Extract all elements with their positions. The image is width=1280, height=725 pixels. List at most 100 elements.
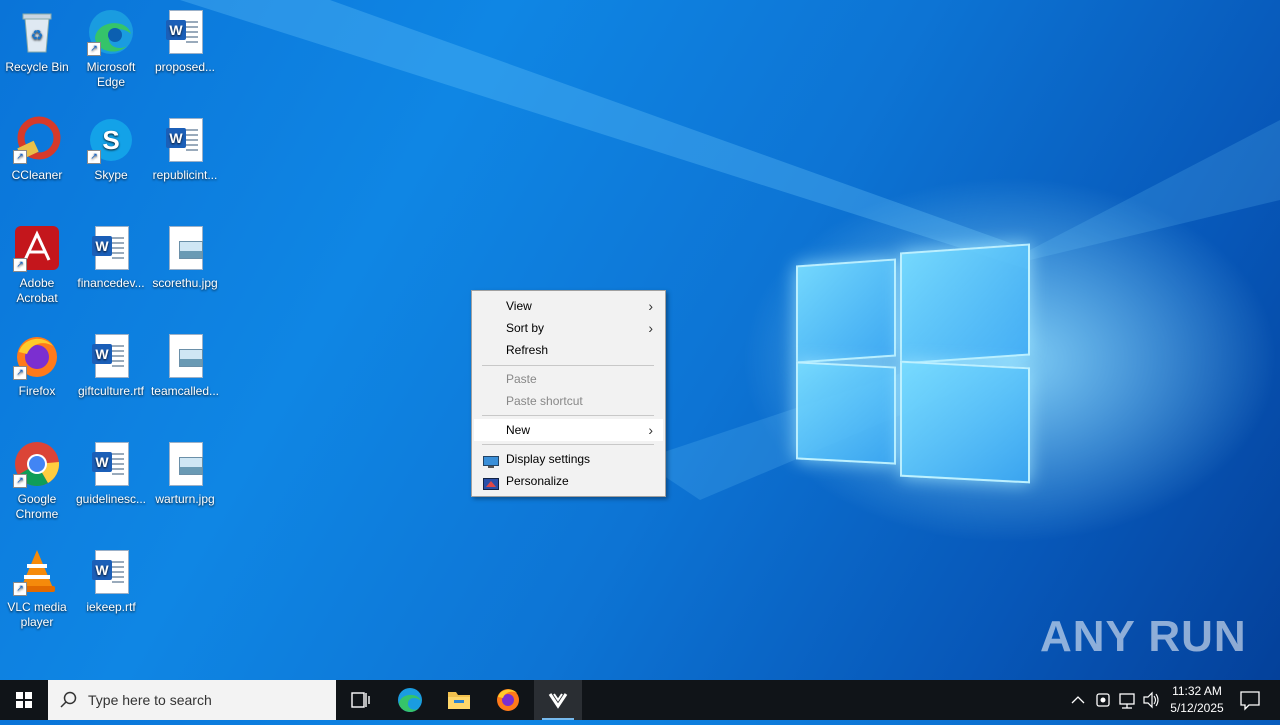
menu-item-paste[interactable]: Paste bbox=[474, 368, 663, 390]
desktop-icon-label: Skype bbox=[94, 168, 128, 182]
desktop-icon-proposed[interactable]: W proposed... bbox=[148, 8, 222, 75]
menu-separator bbox=[482, 444, 654, 445]
word-document-icon: W bbox=[161, 116, 209, 164]
desktop-icon-label: Adobe Acrobat bbox=[16, 276, 58, 305]
menu-item-label: Sort by bbox=[506, 321, 545, 335]
desktop-icon-label: iekeep.rtf bbox=[86, 600, 136, 614]
system-clock[interactable]: 11:32 AM 5/12/2025 bbox=[1160, 683, 1234, 717]
menu-item-personalize[interactable]: Personalize bbox=[474, 470, 663, 492]
desktop-icon-republicint[interactable]: W republicint... bbox=[148, 116, 222, 183]
menu-item-label: Paste bbox=[506, 372, 537, 386]
search-placeholder: Type here to search bbox=[88, 692, 212, 708]
desktop-icon-skype[interactable]: S ↗ Skype bbox=[74, 116, 148, 183]
desktop-icon-financedev[interactable]: W financedev... bbox=[74, 224, 148, 291]
desktop-icon-label: teamcalled... bbox=[150, 384, 220, 398]
desktop-icon-scorethu[interactable]: scorethu.jpg bbox=[148, 224, 222, 291]
desktop-icon-giftculture[interactable]: W giftculture.rtf bbox=[74, 332, 148, 399]
image-file-icon bbox=[161, 440, 209, 488]
desktop-icon-firefox[interactable]: ↗ Firefox bbox=[0, 332, 74, 399]
desktop-icon-label: VLC media player bbox=[7, 600, 67, 629]
desktop-icon-label: financedev... bbox=[77, 276, 145, 290]
file-explorer-icon bbox=[448, 692, 470, 709]
edge-icon bbox=[398, 688, 422, 712]
svg-text:♻: ♻ bbox=[31, 27, 44, 43]
vlc-icon: ↗ bbox=[13, 548, 61, 596]
desktop-icon-vlc[interactable]: ↗ VLC media player bbox=[0, 548, 74, 630]
menu-item-sort-by[interactable]: Sort by › bbox=[474, 317, 663, 339]
notification-center-icon[interactable] bbox=[1236, 680, 1266, 720]
adobe-acrobat-icon: ↗ bbox=[13, 224, 61, 272]
svg-text:S: S bbox=[102, 125, 119, 155]
desktop-icon-label: proposed... bbox=[154, 60, 216, 74]
desktop-icon-adobe-acrobat[interactable]: ↗ Adobe Acrobat bbox=[0, 224, 74, 306]
anyrun-icon bbox=[548, 693, 568, 709]
menu-item-label: Paste shortcut bbox=[506, 394, 583, 408]
personalize-icon bbox=[483, 475, 499, 490]
word-document-icon: W bbox=[87, 332, 135, 380]
chevron-right-icon: › bbox=[648, 422, 653, 438]
desktop-icon-recycle-bin[interactable]: ♻ Recycle Bin bbox=[0, 8, 74, 75]
firefox-icon bbox=[497, 689, 519, 711]
task-view-button[interactable] bbox=[336, 680, 384, 720]
desktop-icon-ccleaner[interactable]: ↗ CCleaner bbox=[0, 116, 74, 183]
menu-item-refresh[interactable]: Refresh bbox=[474, 339, 663, 361]
clock-time: 11:32 AM bbox=[1172, 684, 1222, 698]
menu-item-view[interactable]: View › bbox=[474, 295, 663, 317]
desktop-icon-label: Google Chrome bbox=[15, 492, 59, 521]
firefox-icon: ↗ bbox=[13, 332, 61, 380]
taskbar: Type here to search 11:32 AM 5/12/2025 bbox=[0, 680, 1280, 720]
word-document-icon: W bbox=[87, 440, 135, 488]
start-button[interactable] bbox=[0, 680, 48, 720]
word-document-icon: W bbox=[161, 8, 209, 56]
desktop-context-menu: View › Sort by › Refresh Paste Paste sho… bbox=[471, 290, 666, 497]
chevron-right-icon: › bbox=[648, 298, 653, 314]
windows-logo-wallpaper bbox=[796, 242, 1030, 484]
desktop-icon-guidelinesc[interactable]: W guidelinesc... bbox=[74, 440, 148, 507]
desktop-icon-label: republicint... bbox=[152, 168, 218, 182]
menu-item-label: Personalize bbox=[506, 474, 569, 488]
taskbar-edge[interactable] bbox=[386, 680, 434, 720]
chevron-right-icon: › bbox=[648, 320, 653, 336]
desktop-icon-label: Firefox bbox=[18, 384, 56, 398]
menu-separator bbox=[482, 415, 654, 416]
menu-item-paste-shortcut[interactable]: Paste shortcut bbox=[474, 390, 663, 412]
image-file-icon bbox=[161, 224, 209, 272]
windows-start-icon bbox=[16, 692, 32, 708]
menu-item-display-settings[interactable]: Display settings bbox=[474, 448, 663, 470]
menu-separator bbox=[482, 365, 654, 366]
taskbar-firefox[interactable] bbox=[484, 680, 532, 720]
taskbar-anyrun[interactable] bbox=[534, 680, 582, 720]
menu-item-label: Refresh bbox=[506, 343, 549, 357]
desktop-icon-google-chrome[interactable]: ↗ Google Chrome bbox=[0, 440, 74, 522]
network-icon[interactable] bbox=[1117, 680, 1137, 720]
desktop-icon-label: scorethu.jpg bbox=[152, 276, 218, 290]
chevron-up-icon[interactable] bbox=[1068, 680, 1088, 720]
desktop-icon-label: giftculture.rtf bbox=[77, 384, 145, 398]
image-file-icon bbox=[161, 332, 209, 380]
display-icon bbox=[483, 453, 499, 468]
recycle-bin-icon: ♻ bbox=[13, 8, 61, 56]
edge-icon: ↗ bbox=[87, 8, 135, 56]
search-icon bbox=[60, 691, 77, 708]
desktop-icon-label: guidelinesc... bbox=[75, 492, 147, 506]
desktop-icon-warturn[interactable]: warturn.jpg bbox=[148, 440, 222, 507]
menu-item-label: New bbox=[506, 423, 531, 437]
word-document-icon: W bbox=[87, 224, 135, 272]
tray-app-icon[interactable] bbox=[1094, 680, 1112, 720]
desktop-icon-label: Recycle Bin bbox=[5, 60, 69, 74]
volume-icon[interactable] bbox=[1141, 680, 1161, 720]
anyrun-watermark: ANY RUN bbox=[1040, 612, 1247, 661]
menu-item-label: Display settings bbox=[506, 452, 591, 466]
chrome-icon: ↗ bbox=[13, 440, 61, 488]
desktop-icon-iekeep[interactable]: W iekeep.rtf bbox=[74, 548, 148, 615]
skype-icon: S ↗ bbox=[87, 116, 135, 164]
word-document-icon: W bbox=[87, 548, 135, 596]
desktop-icon-label: Microsoft Edge bbox=[86, 60, 136, 89]
clock-date: 5/12/2025 bbox=[1170, 701, 1224, 715]
taskbar-search-box[interactable]: Type here to search bbox=[48, 680, 336, 720]
taskbar-file-explorer[interactable] bbox=[435, 680, 483, 720]
menu-item-new[interactable]: New › bbox=[474, 419, 663, 441]
desktop-icon-microsoft-edge[interactable]: ↗ Microsoft Edge bbox=[74, 8, 148, 90]
desktop-icon-teamcalled[interactable]: teamcalled... bbox=[148, 332, 222, 399]
desktop-icon-label: CCleaner bbox=[11, 168, 63, 182]
